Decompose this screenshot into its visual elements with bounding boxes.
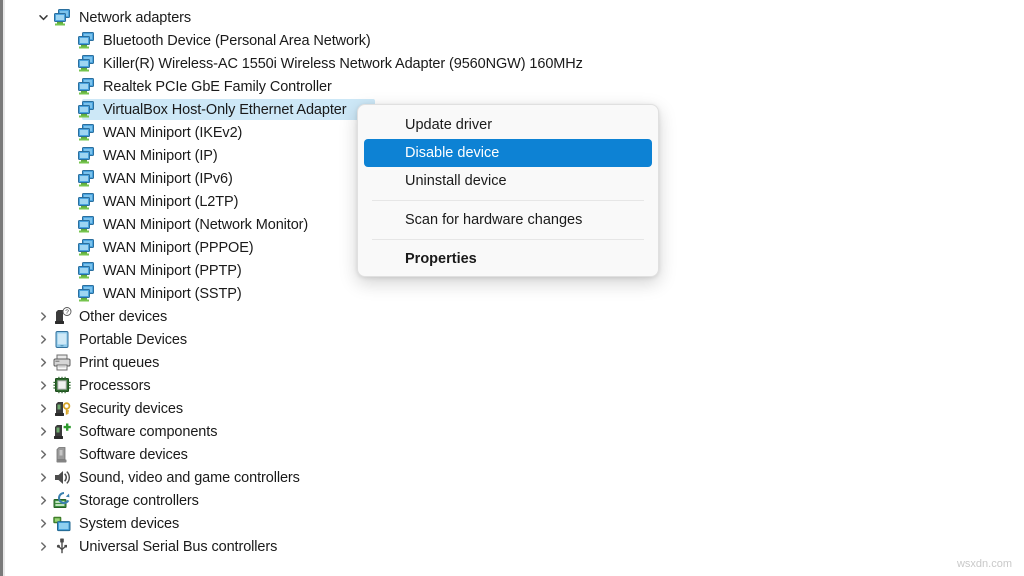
menu-item-uninstall-device[interactable]: Uninstall device <box>364 167 652 195</box>
tree-item-label: Processors <box>79 377 151 394</box>
storage-controller-icon <box>52 491 72 510</box>
chevron-right-icon[interactable] <box>34 495 52 506</box>
tree-item-label: Universal Serial Bus controllers <box>79 538 278 555</box>
printer-icon <box>52 353 72 372</box>
context-menu[interactable]: Update driver Disable device Uninstall dev… <box>357 104 659 277</box>
device-tree: Network adapters Bluetooth Device (Person… <box>6 6 1016 558</box>
chevron-right-icon[interactable] <box>34 449 52 460</box>
tree-item[interactable]: Sound, video and game controllers <box>6 466 1016 489</box>
network-adapter-icon <box>76 146 96 165</box>
software-component-icon <box>52 422 72 441</box>
chevron-right-icon[interactable] <box>34 403 52 414</box>
network-adapter-icon <box>76 31 96 50</box>
other-devices-icon: ? <box>52 307 72 326</box>
panel-left-border-inner <box>3 0 5 576</box>
tree-item[interactable]: Security devices <box>6 397 1016 420</box>
network-adapter-icon <box>76 169 96 188</box>
network-adapter-icon <box>76 192 96 211</box>
tree-item[interactable]: Software devices <box>6 443 1016 466</box>
security-device-icon <box>52 399 72 418</box>
network-adapter-icon <box>76 238 96 257</box>
tree-item-label: Killer(R) Wireless-AC 1550i Wireless Net… <box>103 55 583 72</box>
network-adapter-icon <box>76 100 96 119</box>
tree-item[interactable]: Universal Serial Bus controllers <box>6 535 1016 558</box>
tree-item-label: WAN Miniport (PPTP) <box>103 262 242 279</box>
chevron-right-icon[interactable] <box>34 357 52 368</box>
tree-item-label: WAN Miniport (PPPOE) <box>103 239 254 256</box>
network-adapter-icon <box>52 8 72 27</box>
svg-text:?: ? <box>65 309 69 316</box>
chevron-right-icon[interactable] <box>34 311 52 322</box>
tree-item-label: Sound, video and game controllers <box>79 469 300 486</box>
tree-item-label: Print queues <box>79 354 160 371</box>
tree-item-label: WAN Miniport (SSTP) <box>103 285 242 302</box>
tree-item[interactable]: Storage controllers <box>6 489 1016 512</box>
network-adapter-icon <box>76 77 96 96</box>
tree-item-label: Network adapters <box>79 9 192 26</box>
chevron-right-icon[interactable] <box>34 426 52 437</box>
chevron-right-icon[interactable] <box>34 472 52 483</box>
chevron-right-icon[interactable] <box>34 541 52 552</box>
tree-item[interactable]: ? Other devices <box>6 305 1016 328</box>
network-adapter-icon <box>76 215 96 234</box>
tree-item[interactable]: Processors <box>6 374 1016 397</box>
menu-separator <box>372 239 644 240</box>
chevron-right-icon[interactable] <box>34 518 52 529</box>
tree-item-label: VirtualBox Host-Only Ethernet Adapter <box>103 101 347 118</box>
tree-item-label: Software components <box>79 423 218 440</box>
tree-item-label: WAN Miniport (Network Monitor) <box>103 216 309 233</box>
chevron-right-icon[interactable] <box>34 380 52 391</box>
tree-item-label: WAN Miniport (IP) <box>103 147 218 164</box>
menu-item-properties[interactable]: Properties <box>364 245 652 273</box>
network-adapter-icon <box>76 284 96 303</box>
tree-item-label: System devices <box>79 515 180 532</box>
tree-item[interactable]: System devices <box>6 512 1016 535</box>
tree-item-label: Security devices <box>79 400 183 417</box>
tree-item[interactable]: Network adapters <box>6 6 1016 29</box>
tree-item-label: Software devices <box>79 446 188 463</box>
tree-item[interactable]: Bluetooth Device (Personal Area Network) <box>6 29 1016 52</box>
tree-item[interactable]: Realtek PCIe GbE Family Controller <box>6 75 1016 98</box>
portable-device-icon <box>52 330 72 349</box>
software-device-icon <box>52 445 72 464</box>
tree-item[interactable]: Print queues <box>6 351 1016 374</box>
tree-item-label: Portable Devices <box>79 331 188 348</box>
processor-icon <box>52 376 72 395</box>
chevron-right-icon[interactable] <box>34 334 52 345</box>
speaker-icon <box>52 468 72 487</box>
tree-item-label: Bluetooth Device (Personal Area Network) <box>103 32 371 49</box>
tree-item-label: Realtek PCIe GbE Family Controller <box>103 78 332 95</box>
menu-item-scan-for-hardware-changes[interactable]: Scan for hardware changes <box>364 206 652 234</box>
network-adapter-icon <box>76 123 96 142</box>
system-device-icon <box>52 514 72 533</box>
tree-item[interactable]: WAN Miniport (SSTP) <box>6 282 1016 305</box>
tree-item[interactable]: Portable Devices <box>6 328 1016 351</box>
tree-item-label: WAN Miniport (L2TP) <box>103 193 239 210</box>
usb-icon <box>52 537 72 556</box>
tree-item[interactable]: Killer(R) Wireless-AC 1550i Wireless Net… <box>6 52 1016 75</box>
menu-separator <box>372 200 644 201</box>
tree-item-label: Other devices <box>79 308 168 325</box>
tree-item[interactable]: Software components <box>6 420 1016 443</box>
menu-item-update-driver[interactable]: Update driver <box>364 111 652 139</box>
tree-item-label: Storage controllers <box>79 492 199 509</box>
tree-item-label: WAN Miniport (IKEv2) <box>103 124 243 141</box>
chevron-down-icon[interactable] <box>34 12 52 23</box>
tree-item-label: WAN Miniport (IPv6) <box>103 170 233 187</box>
network-adapter-icon <box>76 261 96 280</box>
menu-item-disable-device[interactable]: Disable device <box>364 139 652 167</box>
watermark: wsxdn.com <box>956 558 1012 570</box>
network-adapter-icon <box>76 54 96 73</box>
